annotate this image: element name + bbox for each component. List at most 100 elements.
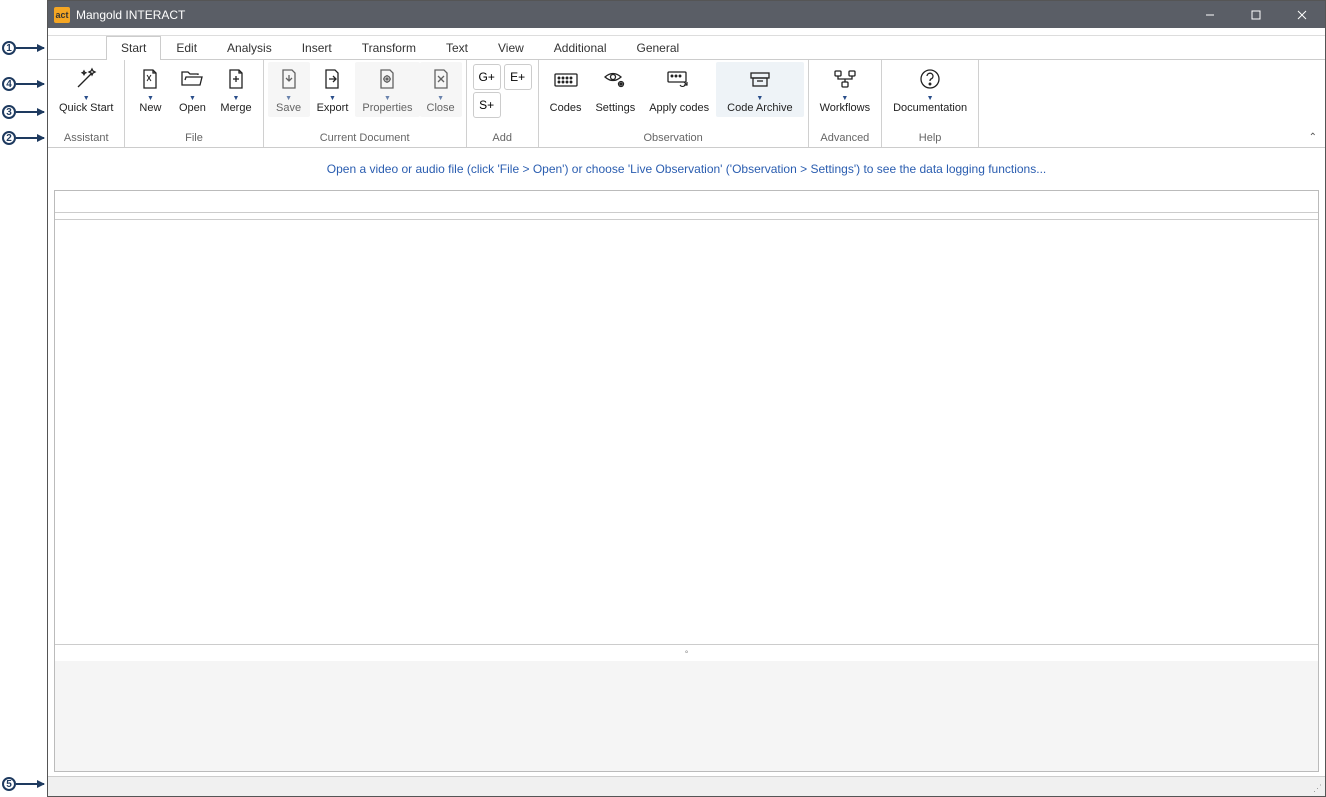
arrow-icon: [16, 47, 44, 49]
documentation-button[interactable]: ▼ Documentation: [886, 62, 974, 117]
button-label: Apply codes: [649, 102, 709, 114]
tab-label: Start: [121, 41, 146, 55]
group-label: Assistant: [52, 130, 120, 147]
button-label: Properties: [362, 102, 412, 114]
maximize-button[interactable]: [1233, 1, 1279, 28]
annotation-3: 3: [2, 105, 44, 119]
save-button[interactable]: ▼ Save: [268, 62, 310, 117]
group-label: Advanced: [813, 130, 878, 147]
tab-label: Transform: [362, 41, 416, 55]
close-doc-button[interactable]: ▼ Close: [420, 62, 462, 117]
tab-label: Analysis: [227, 41, 272, 55]
tab-label: View: [498, 41, 524, 55]
close-button[interactable]: [1279, 1, 1325, 28]
new-file-icon: [136, 65, 164, 93]
tab-start[interactable]: Start: [106, 36, 161, 60]
annotation-number: 5: [2, 777, 16, 791]
minimize-button[interactable]: [1187, 1, 1233, 28]
window-controls: [1187, 1, 1325, 28]
wand-icon: [72, 65, 100, 93]
add-s-button[interactable]: S+: [473, 92, 501, 118]
tab-general[interactable]: General: [622, 36, 695, 60]
ribbon-group-advanced: ▼ Workflows Advanced: [809, 60, 883, 147]
app-window: act Mangold INTERACT Start Edit Analysis…: [47, 0, 1326, 797]
annotation-5: 5: [2, 777, 44, 791]
annotation-4: 4: [2, 77, 44, 91]
button-label: E+: [510, 70, 525, 84]
maximize-icon: [1251, 10, 1261, 20]
close-icon: [1297, 10, 1307, 20]
export-button[interactable]: ▼ Export: [310, 62, 356, 117]
horizontal-splitter[interactable]: °: [55, 651, 1318, 661]
button-label: Quick Start: [59, 102, 113, 114]
close-doc-icon: [427, 65, 455, 93]
ribbon: ▼ Quick Start Assistant ▼ New: [48, 60, 1325, 148]
tab-analysis[interactable]: Analysis: [212, 36, 287, 60]
settings-button[interactable]: Settings: [588, 62, 642, 117]
workflows-icon: [831, 65, 859, 93]
apply-codes-button[interactable]: Apply codes: [642, 62, 716, 117]
help-icon: [916, 65, 944, 93]
add-g-button[interactable]: G+: [473, 64, 501, 90]
resize-grip-icon[interactable]: ⋰: [1313, 783, 1322, 794]
status-bar: ⋰: [48, 776, 1325, 796]
chevron-up-icon: ⌃: [1309, 132, 1317, 143]
archive-icon: [746, 65, 774, 93]
annotation-strip: 1 4 3 2 5: [0, 0, 47, 797]
folder-open-icon: [178, 65, 206, 93]
tab-edit[interactable]: Edit: [161, 36, 212, 60]
document-main-panel[interactable]: [55, 219, 1318, 645]
tab-text[interactable]: Text: [431, 36, 483, 60]
tab-transform[interactable]: Transform: [347, 36, 431, 60]
keyboard-icon: [552, 65, 580, 93]
hint-message: Open a video or audio file (click 'File …: [48, 148, 1325, 190]
app-icon: act: [54, 7, 70, 23]
ribbon-group-add: G+ E+ S+ Add: [467, 60, 539, 147]
ribbon-collapse-button[interactable]: ⌃: [1309, 132, 1317, 143]
tab-label: Additional: [554, 41, 607, 55]
button-label: Close: [427, 102, 455, 114]
quick-start-button[interactable]: ▼ Quick Start: [52, 62, 120, 117]
button-label: Export: [317, 102, 349, 114]
group-label: Help: [886, 130, 974, 147]
ribbon-group-assistant: ▼ Quick Start Assistant: [48, 60, 125, 147]
ribbon-group-observation: Codes Settings Apply codes: [539, 60, 809, 147]
new-button[interactable]: ▼ New: [129, 62, 171, 117]
annotation-number: 1: [2, 41, 16, 55]
tab-label: General: [637, 41, 680, 55]
merge-icon: [222, 65, 250, 93]
arrow-icon: [16, 111, 44, 113]
button-label: Open: [179, 102, 206, 114]
arrow-icon: [16, 83, 44, 85]
annotation-number: 3: [2, 105, 16, 119]
annotation-number: 4: [2, 77, 16, 91]
ribbon-tabstrip: Start Edit Analysis Insert Transform Tex…: [48, 36, 1325, 60]
document-footer-panel: [55, 661, 1318, 771]
button-label: Documentation: [893, 102, 967, 114]
group-label: Observation: [543, 130, 804, 147]
ribbon-group-current-document: ▼ Save ▼ Export ▼ Properties: [264, 60, 467, 147]
minimize-icon: [1205, 10, 1215, 20]
button-label: Settings: [595, 102, 635, 114]
tab-insert[interactable]: Insert: [287, 36, 347, 60]
add-e-button[interactable]: E+: [504, 64, 532, 90]
workflows-button[interactable]: ▼ Workflows: [813, 62, 878, 117]
quick-access-bar: [48, 28, 1325, 36]
code-archive-button[interactable]: ▼ Code Archive: [716, 62, 803, 117]
add-buttons-column: G+ E+ S+: [471, 62, 534, 120]
save-icon: [275, 65, 303, 93]
properties-icon: [373, 65, 401, 93]
tab-view[interactable]: View: [483, 36, 539, 60]
document-header-bar: [55, 191, 1318, 213]
group-label: Add: [471, 130, 534, 147]
merge-button[interactable]: ▼ Merge: [213, 62, 258, 117]
properties-button[interactable]: ▼ Properties: [355, 62, 419, 117]
annotation-2: 2: [2, 131, 44, 145]
apply-codes-icon: [665, 65, 693, 93]
open-button[interactable]: ▼ Open: [171, 62, 213, 117]
codes-button[interactable]: Codes: [543, 62, 589, 117]
button-label: Code Archive: [727, 102, 792, 114]
button-label: Codes: [550, 102, 582, 114]
ribbon-group-help: ▼ Documentation Help: [882, 60, 979, 147]
tab-additional[interactable]: Additional: [539, 36, 622, 60]
